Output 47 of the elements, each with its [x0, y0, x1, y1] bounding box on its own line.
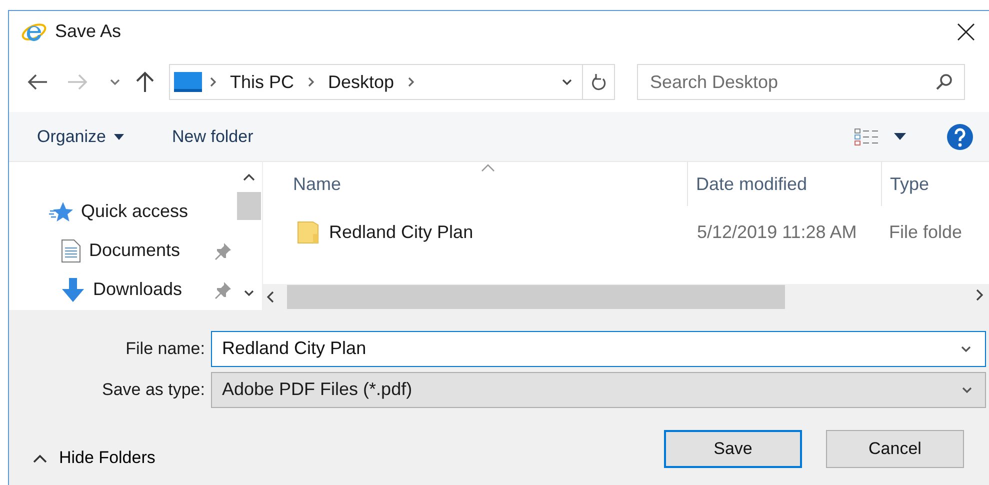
- column-header[interactable]: Type: [881, 162, 989, 206]
- new-folder-button[interactable]: New folder: [160, 122, 266, 150]
- search-field[interactable]: Search Desktop: [637, 64, 965, 100]
- help-button[interactable]: [945, 122, 975, 152]
- up-arrow-icon: [135, 71, 155, 93]
- refresh-icon: [590, 73, 606, 91]
- details-view-icon: [854, 126, 880, 146]
- caret-down-icon: [894, 133, 906, 140]
- window-title: Save As: [55, 21, 122, 42]
- monitor-icon: [174, 71, 202, 93]
- sort-caret-icon: [481, 164, 495, 172]
- file-type-dropdown[interactable]: Adobe PDF Files (*.pdf): [211, 372, 986, 408]
- forward-arrow-icon: [67, 73, 89, 91]
- chevron-down-icon: [109, 77, 121, 87]
- caret-down-icon: [114, 134, 124, 140]
- hide-folders-button[interactable]: Hide Folders: [29, 444, 160, 472]
- scroll-thumb[interactable]: [237, 192, 261, 220]
- star-icon: [49, 200, 73, 222]
- download-arrow-icon: [61, 276, 85, 302]
- organize-menu[interactable]: Organize: [25, 122, 136, 150]
- nav-item[interactable]: Quick access: [81, 201, 206, 222]
- breadcrumb[interactable]: This PC: [224, 72, 300, 92]
- folder-icon: [297, 220, 319, 244]
- nav-item[interactable]: Downloads: [93, 279, 206, 300]
- type-cell-text: File folde: [888, 222, 964, 242]
- dialog-button[interactable]: Cancel: [826, 430, 964, 468]
- address-bar[interactable]: This PC Desktop: [169, 64, 615, 100]
- search-icon: [935, 73, 953, 91]
- nav-item[interactable]: Documents: [89, 240, 206, 261]
- dialog-button[interactable]: Save: [664, 430, 802, 468]
- breadcrumb[interactable]: Desktop: [322, 72, 400, 92]
- chevron-up-icon: [33, 454, 47, 462]
- column-header[interactable]: Date modified: [687, 162, 881, 206]
- field-label: Save as type:: [100, 380, 206, 400]
- horizontal-scrollbar[interactable]: [263, 284, 989, 310]
- scroll-thumb[interactable]: [287, 285, 785, 309]
- help-icon: [946, 122, 974, 150]
- file-name-field[interactable]: Redland City Plan: [211, 330, 986, 366]
- date-cell-text: 5/12/2019 11:28 AM: [696, 222, 858, 242]
- close-icon: [957, 22, 975, 40]
- column-header[interactable]: Name: [263, 162, 687, 206]
- back-arrow-icon: [26, 73, 48, 91]
- pin-icon: [214, 280, 232, 298]
- pin-icon: [214, 242, 232, 260]
- field-label: File name:: [124, 338, 206, 358]
- file-name-cell[interactable]: Redland City Plan: [329, 222, 474, 242]
- document-icon: [61, 238, 81, 262]
